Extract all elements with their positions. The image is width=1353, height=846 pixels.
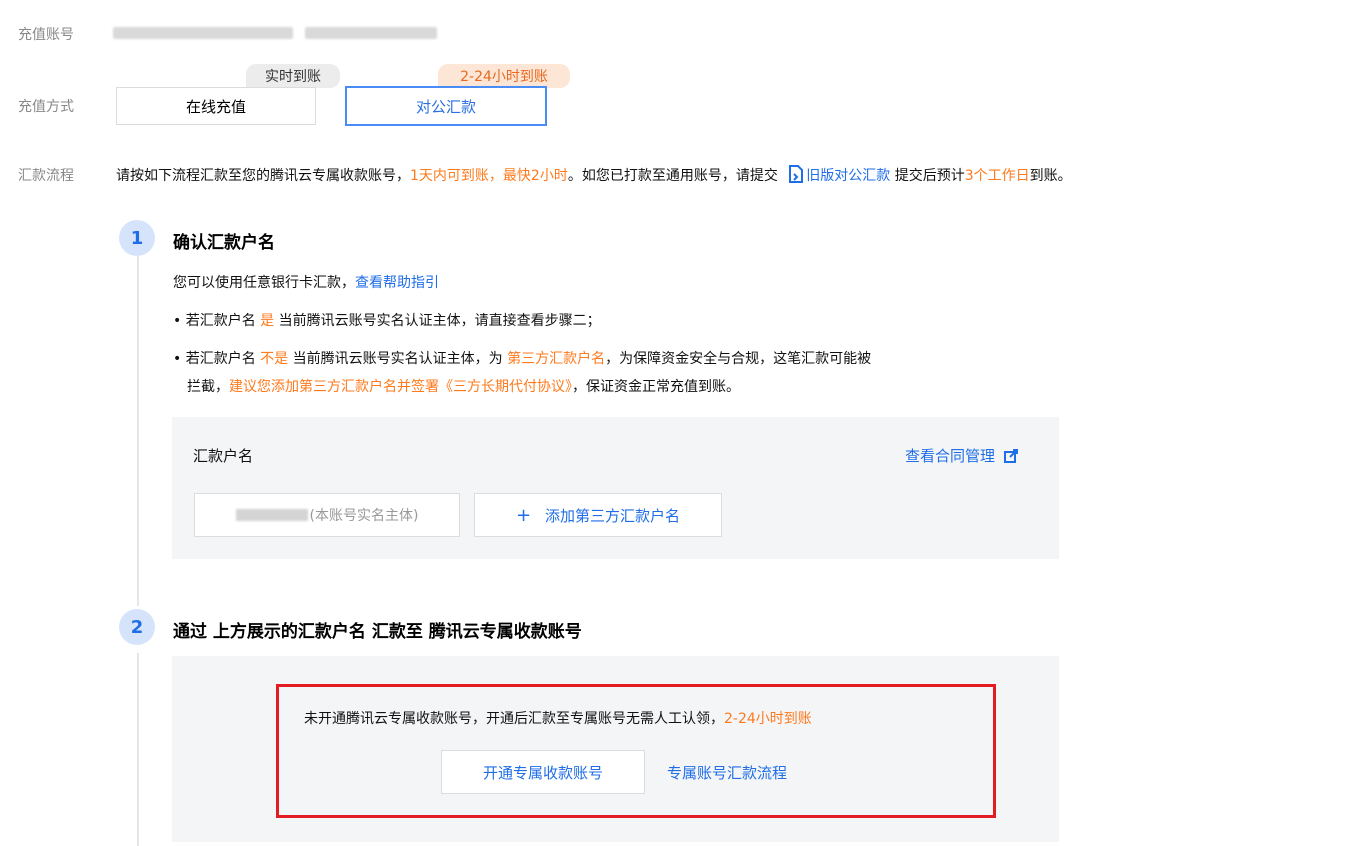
flow-label: 汇款流程 [18,168,74,184]
remitter-name-field[interactable]: (本账号实名主体) [194,493,460,537]
bullet-2-line-1: • 若汇款户名 不是 当前腾讯云账号实名认证主体，为 第三方汇款户名，为保障资金… [173,348,871,368]
flow-highlight-time: 1天内可到账，最快2小时 [410,168,568,184]
remitter-name-suffix: (本账号实名主体) [309,508,419,524]
account-label: 充值账号 [18,27,74,43]
flow-highlight-days: 3个工作日 [964,168,1030,184]
bullet2-third-party: 第三方汇款户名 [507,351,606,367]
add-third-party-button[interactable]: + 添加第三方汇款户名 [474,493,722,537]
timeline-line-1 [137,256,139,606]
step-2-circle: 2 [119,609,155,645]
bullet2-h: ，保证资金正常充值到账。 [572,379,740,395]
plus-icon: + [515,504,532,526]
highlight-box [276,684,996,818]
old-transfer-link[interactable]: 旧版对公汇款 [806,168,890,184]
flow-text-c: 。如您已打款至通用账号，请提交 [567,168,778,184]
timeline-line-2 [137,653,139,846]
transfer-badge: 2-24小时到账 [438,64,570,88]
add-third-party-label: 添加第三方汇款户名 [545,506,681,525]
bullet1-c: 当前腾讯云账号实名认证主体，请直接查看步骤二； [278,313,601,329]
flow-text-f: 到账。 [1029,168,1072,184]
contract-management-link[interactable]: 查看合同管理 [905,445,1018,467]
step-1-circle: 1 [119,220,155,256]
remitter-name-redacted [235,509,308,521]
bullet2-highlight-not: 不是 [260,351,289,367]
step-1-intro: 您可以使用任意银行卡汇款，查看帮助指引 [173,272,439,292]
help-guide-link[interactable]: 查看帮助指引 [355,275,439,291]
step-2-title: 通过 上方展示的汇款户名 汇款至 腾讯云专属收款账号 [173,622,582,642]
external-link-icon [1003,449,1018,467]
bullet-dot: • [173,351,186,367]
bullet2-c: 当前腾讯云账号实名认证主体，为 [292,351,503,367]
document-icon [788,165,804,187]
bullet1-a: 若汇款户名 [185,313,256,329]
bullet-2-line-2: 拦截，建议您添加第三方汇款户名并签署《三方长期代付协议》，保证资金正常充值到账。 [187,376,740,396]
bullet2-agreement-suggestion: 建议您添加第三方汇款户名并签署《三方长期代付协议》 [229,379,572,395]
tab-corporate-transfer[interactable]: 对公汇款 [345,86,547,126]
bullet-1: • 若汇款户名 是 当前腾讯云账号实名认证主体，请直接查看步骤二； [173,310,601,330]
tab-online-recharge[interactable]: 在线充值 [116,87,316,125]
account-value-redacted [113,27,293,39]
bullet2-a: 若汇款户名 [185,351,256,367]
intro-text: 您可以使用任意银行卡汇款， [173,275,355,291]
method-label: 充值方式 [18,99,74,115]
remitter-panel-title: 汇款户名 [193,447,254,465]
remitter-panel: 汇款户名 查看合同管理 (本账号实名主体) + 添加第三方汇款户名 [172,417,1059,559]
step-1-title: 确认汇款户名 [173,233,275,253]
flow-text-a: 请按如下流程汇款至您的腾讯云专属收款账号， [116,168,410,184]
bullet2-e: ，为保障资金安全与合规，这笔汇款可能被 [605,351,872,367]
bullet1-highlight: 是 [260,313,275,329]
bullet2-f: 拦截， [187,379,229,395]
realtime-badge: 实时到账 [246,64,340,88]
flow-text-d: 提交后预计 [894,168,965,184]
flow-description: 请按如下流程汇款至您的腾讯云专属收款账号，1天内可到账，最快2小时。如您已打款至… [116,165,1072,187]
bullet-dot: • [173,313,186,329]
contract-link-label: 查看合同管理 [905,447,996,465]
account-id-redacted [305,27,437,39]
